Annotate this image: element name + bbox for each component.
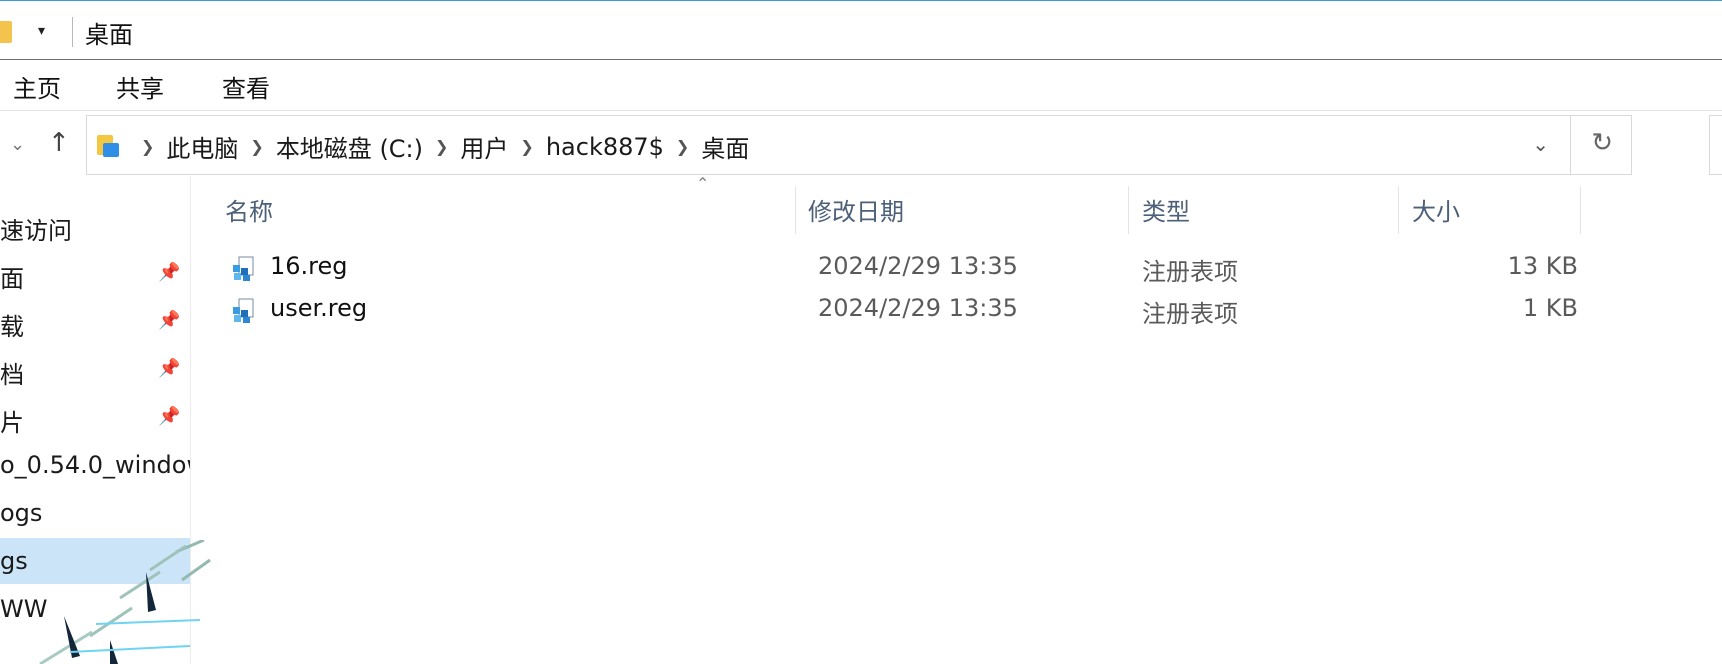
nav-item-label: WW xyxy=(0,595,48,623)
breadcrumb-desktop[interactable]: 桌面 xyxy=(701,129,749,164)
column-header: ⌃ 名称 修改日期 类型 大小 xyxy=(190,174,1722,236)
column-size[interactable]: 大小 xyxy=(1412,192,1460,227)
column-type[interactable]: 类型 xyxy=(1142,192,1190,227)
pin-icon[interactable]: 📌 xyxy=(158,358,180,379)
nav-item-label: o_0.54.0_window xyxy=(0,451,190,479)
file-name: user.reg xyxy=(270,294,368,322)
chevron-right-icon[interactable]: ❯ xyxy=(676,137,689,156)
nav-item-label: gs xyxy=(0,547,28,575)
address-divider xyxy=(1570,116,1571,174)
file-date: 2024/2/29 13:35 xyxy=(818,252,1018,280)
file-type: 注册表项 xyxy=(1142,258,1238,286)
nav-item-label: 速访问 xyxy=(0,217,72,245)
column-divider[interactable] xyxy=(1398,186,1399,234)
breadcrumb-user-folder[interactable]: hack887$ xyxy=(546,133,664,161)
nav-item-folder[interactable]: ogs xyxy=(0,490,190,536)
refresh-icon[interactable]: ↻ xyxy=(1591,128,1613,158)
navigation-pane: 速访问 面 📌 载 📌 档 📌 片 📌 o_0.54.0_window ogs … xyxy=(0,176,190,664)
file-size: 13 KB xyxy=(1507,252,1578,280)
address-bar[interactable]: ❯ 此电脑 ❯ 本地磁盘 (C:) ❯ 用户 ❯ hack887$ ❯ 桌面 ⌄… xyxy=(86,115,1632,175)
nav-item-label: 片 xyxy=(0,409,24,437)
window-title: 桌面 xyxy=(85,21,133,49)
column-date[interactable]: 修改日期 xyxy=(808,192,904,227)
up-arrow-icon[interactable]: ↑ xyxy=(48,128,70,158)
search-box[interactable] xyxy=(1709,115,1722,175)
folder-icon xyxy=(97,133,119,157)
chevron-right-icon[interactable]: ❯ xyxy=(250,137,263,156)
chevron-right-icon[interactable]: ❯ xyxy=(520,137,533,156)
tab-view[interactable]: 查看 xyxy=(222,69,270,104)
file-name: 16.reg xyxy=(270,252,348,280)
nav-item-label: 载 xyxy=(0,313,24,341)
nav-item-quick-access[interactable]: 速访问 xyxy=(0,202,190,248)
file-size: 1 KB xyxy=(1522,294,1578,322)
nav-item-folder-selected[interactable]: gs xyxy=(0,538,190,584)
chevron-right-icon[interactable]: ❯ xyxy=(141,137,154,156)
file-row[interactable]: user.reg 2024/2/29 13:35 注册表项 1 KB xyxy=(218,290,1578,330)
file-type: 注册表项 xyxy=(1142,300,1238,328)
nav-item-label: 面 xyxy=(0,265,24,293)
registry-file-icon xyxy=(233,298,254,323)
tab-share[interactable]: 共享 xyxy=(116,69,164,104)
breadcrumb-local-disk[interactable]: 本地磁盘 (C:) xyxy=(276,129,423,164)
breadcrumb: ❯ 此电脑 ❯ 本地磁盘 (C:) ❯ 用户 ❯ hack887$ ❯ 桌面 xyxy=(129,129,749,164)
nav-item-desktop[interactable]: 面 📌 xyxy=(0,250,190,296)
title-divider xyxy=(72,17,73,47)
column-divider[interactable] xyxy=(1580,186,1581,234)
nav-item-pictures[interactable]: 片 📌 xyxy=(0,394,190,440)
breadcrumb-this-pc[interactable]: 此电脑 xyxy=(166,129,238,164)
registry-file-icon xyxy=(233,256,254,281)
sort-ascending-icon: ⌃ xyxy=(696,174,710,193)
nav-item-folder[interactable]: WW xyxy=(0,586,190,632)
pane-divider xyxy=(190,176,191,664)
ribbon-tabs: 主页 共享 查看 xyxy=(0,60,1722,111)
title-bar: ▾ 桌面 xyxy=(0,1,1722,60)
chevron-down-icon[interactable]: ⌄ xyxy=(1532,132,1549,156)
tab-home[interactable]: 主页 xyxy=(13,69,61,104)
nav-item-downloads[interactable]: 载 📌 xyxy=(0,298,190,344)
column-divider[interactable] xyxy=(1128,186,1129,234)
column-divider[interactable] xyxy=(795,186,796,234)
pin-icon[interactable]: 📌 xyxy=(158,310,180,331)
file-row[interactable]: 16.reg 2024/2/29 13:35 注册表项 13 KB xyxy=(218,248,1578,288)
quick-access-dropdown-icon[interactable]: ▾ xyxy=(38,23,45,39)
folder-icon xyxy=(0,21,12,43)
nav-item-documents[interactable]: 档 📌 xyxy=(0,346,190,392)
pin-icon[interactable]: 📌 xyxy=(158,406,180,427)
recent-locations-chevron-icon[interactable]: ⌄ xyxy=(10,134,25,155)
chevron-right-icon[interactable]: ❯ xyxy=(435,137,448,156)
nav-item-folder[interactable]: o_0.54.0_window xyxy=(0,442,190,488)
nav-item-label: 档 xyxy=(0,361,24,389)
pin-icon[interactable]: 📌 xyxy=(158,262,180,283)
file-date: 2024/2/29 13:35 xyxy=(818,294,1018,322)
nav-item-label: ogs xyxy=(0,499,43,527)
column-name[interactable]: 名称 xyxy=(225,192,273,227)
breadcrumb-users[interactable]: 用户 xyxy=(460,129,508,164)
